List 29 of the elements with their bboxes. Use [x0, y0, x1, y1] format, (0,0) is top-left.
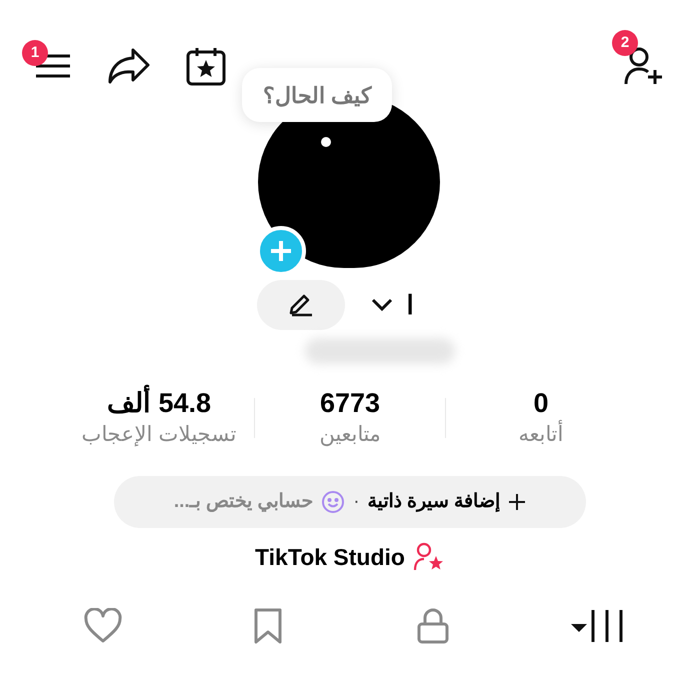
notification-badge: 1 [22, 40, 48, 66]
note-tooltip[interactable]: كيف الحال؟ [242, 68, 392, 122]
smiley-icon [321, 490, 346, 514]
stat-value: 0 [533, 387, 549, 420]
account-switch-button[interactable]: ا [360, 280, 424, 330]
stat-value: 6773 [320, 387, 380, 420]
edit-profile-button[interactable] [256, 280, 344, 330]
stat-value: 54.8 ألف [106, 386, 212, 420]
share-icon [107, 47, 151, 85]
plus-icon [270, 240, 292, 262]
stat-label: تسجيلات الإعجاب [82, 422, 236, 448]
calendar-star-icon [185, 46, 227, 86]
notification-badge: 2 [612, 30, 638, 56]
heart-icon [82, 608, 122, 644]
add-bio-button[interactable]: إضافة سيرة ذاتية · حسابي يختص بـ... [114, 476, 586, 528]
separator-dot: · [353, 490, 360, 514]
stat-label: متابعين [320, 422, 380, 448]
calendar-button[interactable] [184, 46, 228, 86]
stat-label: أتابعه [518, 420, 564, 450]
lock-icon [416, 606, 450, 644]
bio-suggestion: حسابي يختص بـ... [174, 490, 314, 514]
pencil-icon [288, 293, 314, 317]
user-star-icon [412, 542, 445, 572]
add-bio-label: إضافة سيرة ذاتية [368, 490, 500, 514]
studio-link[interactable]: TikTok Studio [255, 540, 445, 574]
chevron-down-icon [370, 298, 392, 312]
bookmark-icon [252, 606, 282, 644]
plus-icon [508, 493, 526, 511]
share-button[interactable] [106, 46, 152, 86]
